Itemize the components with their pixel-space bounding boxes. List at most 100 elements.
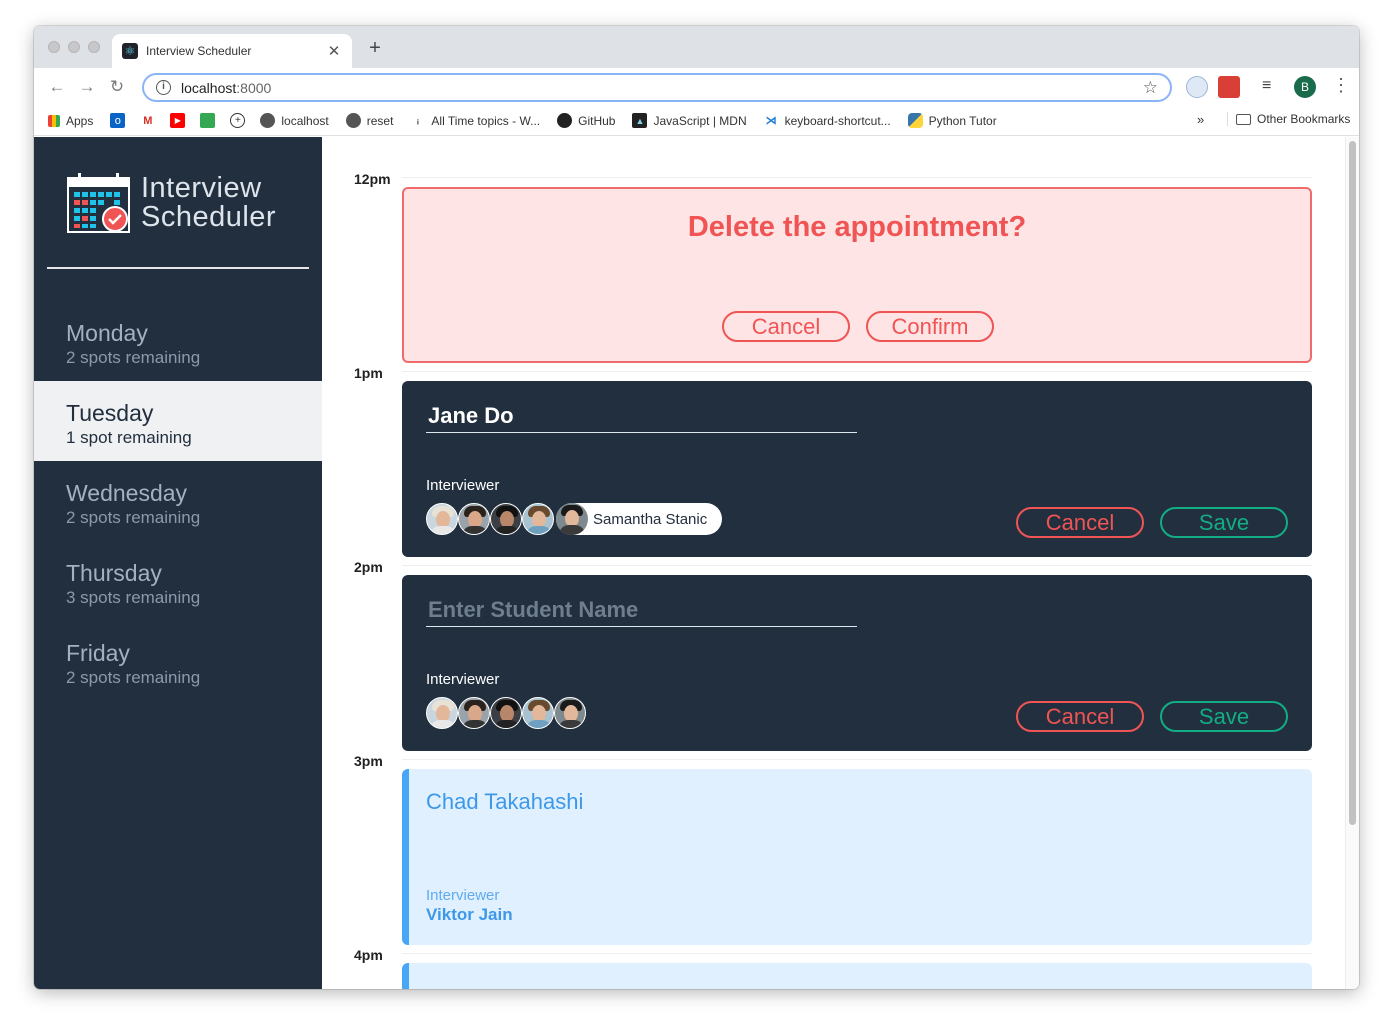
maximize-window-button[interactable] — [88, 41, 100, 53]
save-button[interactable]: Save — [1160, 507, 1288, 538]
extension-icon[interactable] — [1218, 76, 1240, 98]
bookmark-localhost[interactable]: localhost — [260, 113, 329, 128]
interviewer-name: Viktor Jain — [426, 905, 513, 924]
browser-toolbar: ← → ↻ i localhost:8000 ☆ ≡ B ⋮ — [34, 68, 1359, 106]
time-separator — [402, 371, 1312, 372]
tab-title: Interview Scheduler — [146, 44, 252, 58]
page-scrollbar[interactable] — [1345, 137, 1359, 989]
gmail-icon[interactable]: M — [140, 113, 155, 128]
app-logo: Interview Scheduler — [67, 173, 276, 233]
create-appointment-form: Interviewer Cancel Save — [402, 575, 1312, 751]
confirm-message: Delete the appointment? — [687, 211, 1027, 243]
close-window-button[interactable] — [48, 41, 60, 53]
interviewer-avatar[interactable] — [522, 697, 554, 729]
vscode-icon: ⋊ — [765, 115, 777, 127]
selected-interviewer-name: Samantha Stanic — [593, 510, 708, 528]
sidebar-separator — [47, 267, 309, 269]
page-viewport: Interview Scheduler Monday 2 spots remai… — [34, 137, 1359, 989]
back-arrow-icon[interactable]: ← — [42, 77, 72, 97]
interviewer-label: Interviewer — [426, 887, 500, 904]
edit-appointment-form: Interviewer Samantha Stanic Cancel Save — [402, 381, 1312, 557]
interviewer-list — [426, 697, 586, 729]
globe-icon — [345, 113, 361, 128]
confirm-delete-button[interactable]: Confirm — [866, 311, 994, 342]
time-label: 1pm — [354, 365, 383, 381]
browser-tab[interactable]: ⚛ Interview Scheduler ✕ — [112, 34, 352, 68]
cancel-button[interactable]: Cancel — [1016, 507, 1144, 538]
student-name-input[interactable] — [426, 399, 857, 433]
apps-grid-icon — [48, 114, 60, 127]
folder-icon — [1236, 113, 1251, 125]
bookmark-all-time-topics[interactable]: ᵢ All Time topics - W... — [410, 113, 540, 128]
plus-circle-icon[interactable]: + — [230, 113, 246, 128]
browser-window: ⚛ Interview Scheduler ✕ + ← → ↻ i localh… — [34, 26, 1359, 989]
more-bookmarks-chevron-icon[interactable]: » — [1197, 112, 1204, 127]
confirm-delete-card: Delete the appointment? Cancel Confirm — [402, 187, 1312, 363]
interviewer-avatar[interactable] — [426, 697, 458, 729]
new-tab-button[interactable]: + — [364, 37, 386, 60]
time-label: 2pm — [354, 559, 383, 575]
time-separator — [402, 759, 1312, 760]
interviewer-avatar[interactable] — [458, 503, 490, 535]
bookmark-star-icon[interactable]: ☆ — [1143, 78, 1158, 98]
other-bookmarks[interactable]: Other Bookmarks — [1227, 112, 1350, 126]
interviewer-label: Interviewer — [426, 671, 500, 688]
day-item-tuesday[interactable]: Tuesday 1 spot remaining — [34, 381, 322, 461]
media-control-icon[interactable]: ≡ — [1262, 77, 1271, 95]
day-item-friday[interactable]: Friday 2 spots remaining — [34, 621, 322, 701]
bookmark-python-tutor[interactable]: Python Tutor — [907, 113, 997, 128]
youtube-icon[interactable]: ▶ — [170, 113, 186, 128]
github-icon — [557, 113, 573, 128]
app-name: Interview Scheduler — [141, 172, 277, 233]
info-bookmark-icon: ᵢ — [417, 114, 419, 127]
forward-arrow-icon[interactable]: → — [72, 77, 102, 97]
python-icon — [907, 113, 923, 128]
confirm-cancel-button[interactable]: Cancel — [722, 311, 850, 342]
cancel-button[interactable]: Cancel — [1016, 701, 1144, 732]
minimize-window-button[interactable] — [68, 41, 80, 53]
scrollbar-thumb[interactable] — [1349, 141, 1356, 825]
mdn-icon: ▲ — [632, 113, 648, 128]
day-item-thursday[interactable]: Thursday 3 spots remaining — [34, 541, 322, 621]
student-name: Chad Takahashi — [426, 789, 584, 814]
bookmark-keyboard-shortcuts[interactable]: ⋊ keyboard-shortcut... — [764, 113, 891, 128]
interviewer-label: Interviewer — [426, 477, 500, 494]
interviewer-avatar[interactable] — [458, 697, 490, 729]
interviewer-avatar[interactable] — [490, 503, 522, 535]
appointment-card — [402, 963, 1312, 989]
reload-icon[interactable]: ↻ — [102, 77, 132, 97]
time-label: 3pm — [354, 753, 383, 769]
maps-icon[interactable] — [200, 113, 216, 128]
info-icon[interactable]: i — [156, 80, 171, 95]
time-separator — [402, 565, 1312, 566]
profile-avatar[interactable]: B — [1294, 76, 1316, 98]
close-icon[interactable]: ✕ — [326, 42, 342, 60]
time-separator — [402, 953, 1312, 954]
extension-icon[interactable] — [1186, 76, 1208, 98]
address-bar[interactable]: i localhost:8000 ☆ — [142, 73, 1172, 102]
interviewer-avatar — [556, 503, 588, 535]
bookmark-reset[interactable]: reset — [345, 113, 393, 128]
time-label: 4pm — [354, 947, 383, 963]
schedule: 12pm Delete the appointment? Cancel Conf… — [322, 137, 1347, 989]
save-button[interactable]: Save — [1160, 701, 1288, 732]
day-item-wednesday[interactable]: Wednesday 2 spots remaining — [34, 461, 322, 541]
time-separator — [402, 177, 1312, 178]
bookmark-github[interactable]: GitHub — [557, 113, 615, 128]
interviewer-avatar[interactable] — [554, 697, 586, 729]
url-text[interactable]: localhost:8000 — [181, 80, 1143, 96]
day-item-monday[interactable]: Monday 2 spots remaining — [34, 301, 322, 381]
interviewer-avatar[interactable] — [426, 503, 458, 535]
interviewer-avatar[interactable] — [490, 697, 522, 729]
bookmarks-bar: Apps o M ▶ + localhost reset ᵢ All Time … — [34, 106, 1359, 136]
student-name-input[interactable] — [426, 593, 857, 627]
globe-icon — [260, 113, 276, 128]
react-icon: ⚛ — [122, 43, 138, 59]
calendar-check-icon — [67, 173, 130, 233]
menu-icon[interactable]: ⋮ — [1332, 75, 1350, 96]
interviewer-avatar[interactable] — [522, 503, 554, 535]
selected-interviewer[interactable]: Samantha Stanic — [556, 503, 723, 535]
outlook-icon[interactable]: o — [110, 113, 126, 128]
bookmark-apps[interactable]: Apps — [48, 114, 93, 128]
bookmark-mdn[interactable]: ▲ JavaScript | MDN — [632, 113, 747, 128]
